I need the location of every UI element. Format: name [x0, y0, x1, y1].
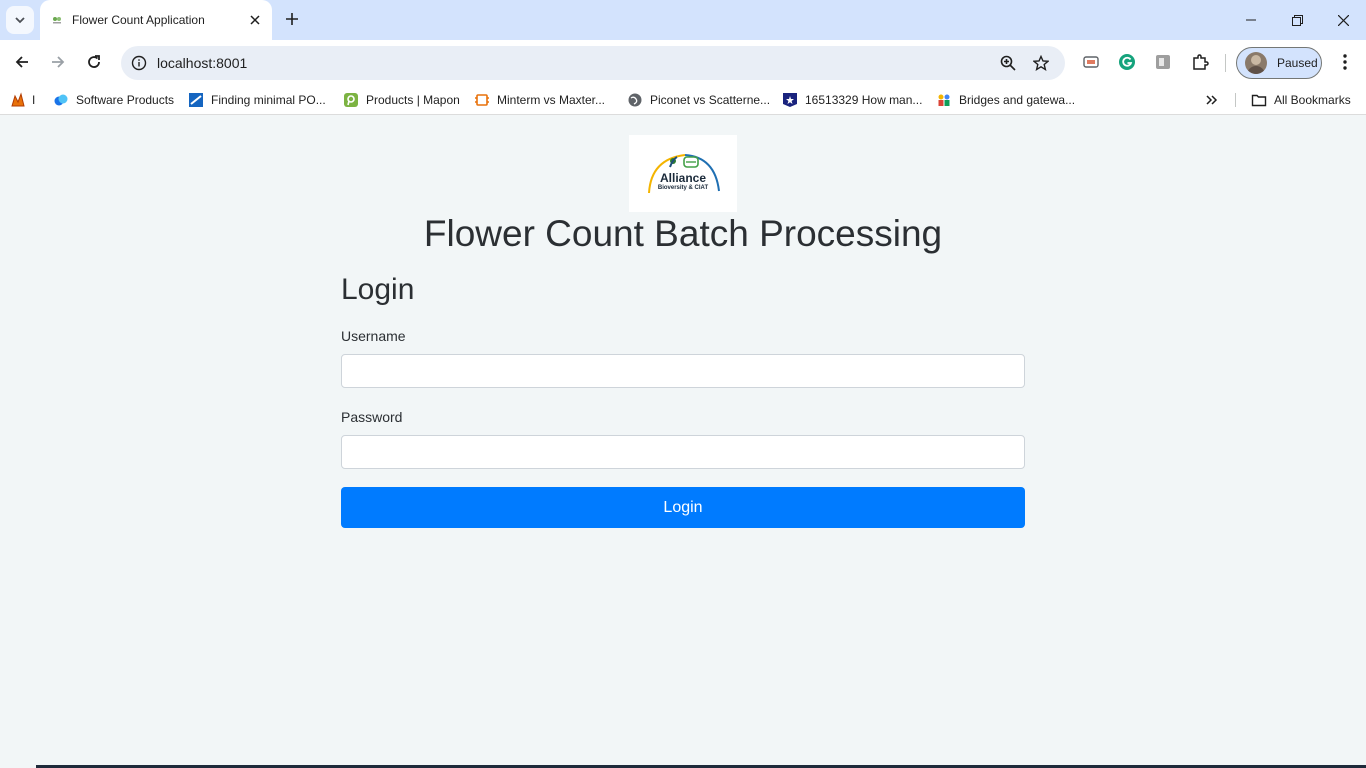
- bookmark-flag-icon: [188, 92, 204, 108]
- extensions-puzzle-icon[interactable]: [1190, 52, 1210, 72]
- tab-search-button[interactable]: [6, 6, 34, 34]
- bookmark-label: Minterm vs Maxter...: [497, 93, 606, 107]
- profile-status-label: Paused: [1277, 56, 1318, 70]
- restore-icon: [1291, 14, 1303, 26]
- forward-arrow-icon: [52, 56, 65, 68]
- bookmark-label: Software Products: [76, 93, 175, 107]
- avatar: [1245, 52, 1267, 74]
- alliance-logo: Alliance Bioversity & CIAT: [629, 135, 737, 212]
- bookmark-globe-icon: [627, 92, 643, 108]
- tab-title: Flower Count Application: [72, 13, 205, 27]
- bookmark-mapon-icon: [343, 92, 359, 108]
- bookmark-star-badge-icon: [782, 92, 798, 108]
- bookmark-star-icon[interactable]: [1029, 51, 1053, 75]
- username-field[interactable]: [341, 354, 1025, 388]
- back-button[interactable]: [8, 48, 36, 76]
- username-label: Username: [341, 328, 406, 344]
- bookmarks-overflow-button[interactable]: [1201, 90, 1223, 110]
- page-content: Alliance Bioversity & CIAT Flower Count …: [0, 121, 1366, 768]
- url-text: localhost:8001: [157, 55, 248, 71]
- password-field[interactable]: [341, 435, 1025, 469]
- bookmarks-divider: [1235, 93, 1236, 107]
- bookmark-label: Bridges and gatewa...: [959, 93, 1076, 107]
- site-info-icon[interactable]: [127, 51, 151, 75]
- bookmarks-bar: I Software Products Finding minimal PO..…: [0, 85, 1366, 115]
- extension-gray-icon[interactable]: [1153, 52, 1173, 72]
- all-bookmarks-label: All Bookmarks: [1274, 93, 1351, 107]
- chevron-down-icon: [15, 17, 25, 24]
- bookmark-flame-icon: [10, 92, 26, 108]
- browser-toolbar: localhost:8001 Paused: [0, 40, 1366, 85]
- bookmark-item[interactable]: Minterm vs Maxter...: [474, 90, 605, 110]
- logo-subtitle: Bioversity & CIAT: [657, 185, 709, 191]
- browser-menu-button[interactable]: [1331, 48, 1359, 76]
- password-label: Password: [341, 409, 403, 425]
- close-icon: [1337, 14, 1349, 26]
- back-arrow-icon: [15, 56, 28, 68]
- minimize-icon: [1246, 19, 1256, 21]
- tab-active[interactable]: Flower Count Application: [40, 0, 272, 40]
- reload-icon: [88, 55, 100, 68]
- flower-favicon-icon: [52, 15, 62, 25]
- all-bookmarks-button[interactable]: All Bookmarks: [1251, 90, 1351, 110]
- folder-icon: [1251, 92, 1267, 108]
- logo-name: Alliance: [659, 171, 707, 185]
- extension-screen-icon[interactable]: [1081, 52, 1101, 72]
- login-button[interactable]: Login: [341, 487, 1025, 528]
- bookmark-item[interactable]: 16513329 How man...: [782, 90, 922, 110]
- close-window-button[interactable]: [1320, 0, 1366, 40]
- minimize-button[interactable]: [1228, 0, 1274, 40]
- tab-close-icon[interactable]: [246, 11, 264, 29]
- bookmark-label: I: [32, 93, 36, 107]
- grammarly-icon[interactable]: [1117, 52, 1137, 72]
- toolbar-divider: [1225, 54, 1226, 72]
- new-tab-button[interactable]: [280, 7, 304, 31]
- plus-icon: [286, 13, 298, 25]
- tab-strip: Flower Count Application: [0, 0, 1366, 40]
- bookmark-item[interactable]: Software Products: [53, 90, 174, 110]
- page-title: Flower Count Batch Processing: [423, 213, 943, 254]
- bookmark-people-icon: [936, 92, 952, 108]
- reload-button[interactable]: [80, 48, 108, 76]
- bookmark-label: Piconet vs Scatterne...: [650, 93, 771, 107]
- bookmark-item[interactable]: Finding minimal PO...: [188, 90, 326, 110]
- bookmark-label: Finding minimal PO...: [211, 93, 326, 107]
- zoom-icon[interactable]: [996, 51, 1020, 75]
- bookmark-label: Products | Mapon: [366, 93, 460, 107]
- bookmark-label: 16513329 How man...: [805, 93, 923, 107]
- more-vertical-icon: [1343, 54, 1347, 70]
- profile-button[interactable]: Paused: [1236, 47, 1322, 79]
- bookmark-item[interactable]: Products | Mapon: [343, 90, 460, 110]
- restore-button[interactable]: [1274, 0, 1320, 40]
- bookmark-item[interactable]: I: [10, 90, 35, 110]
- bookmark-cloud-icon: [53, 92, 69, 108]
- bookmark-item[interactable]: Bridges and gatewa...: [936, 90, 1075, 110]
- forward-button[interactable]: [44, 48, 72, 76]
- login-heading: Login: [341, 273, 415, 306]
- bookmark-item[interactable]: Piconet vs Scatterne...: [627, 90, 770, 110]
- address-bar[interactable]: localhost:8001: [121, 46, 1065, 80]
- bookmark-chip-icon: [474, 92, 490, 108]
- double-chevron-right-icon: [1206, 95, 1218, 105]
